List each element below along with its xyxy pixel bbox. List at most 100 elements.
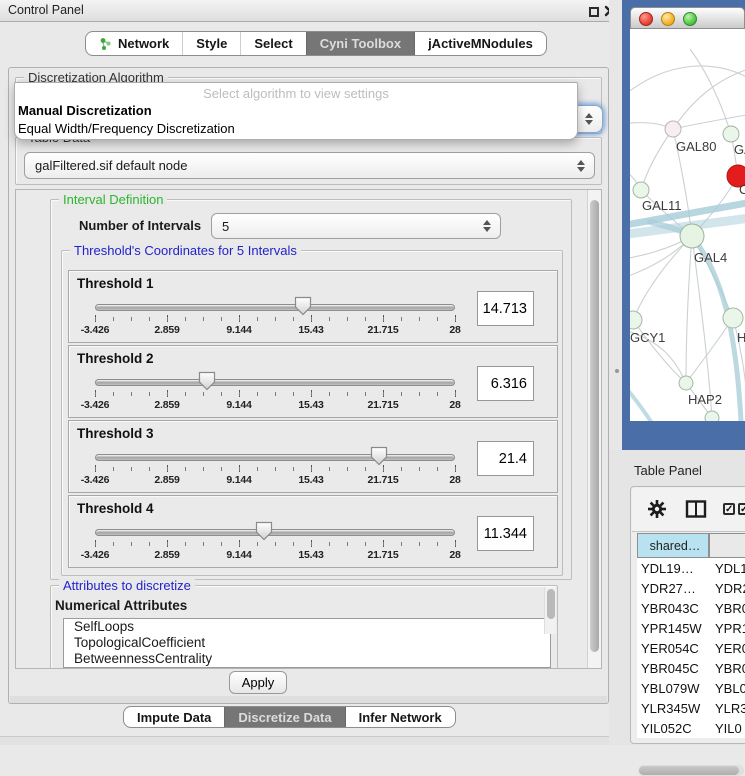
table-cell[interactable]: YBL079W — [637, 678, 709, 698]
tab-infer-network[interactable]: Infer Network — [345, 707, 455, 727]
table-cell[interactable]: YER0 — [709, 638, 745, 658]
table-row[interactable]: YLR345WYLR3 — [637, 698, 745, 718]
settings-scrollbar[interactable] — [587, 190, 601, 668]
threshold-value-field[interactable] — [477, 366, 534, 401]
table-cell[interactable]: YPR1 — [709, 618, 745, 638]
splitpane-grip[interactable] — [615, 369, 619, 373]
table-cell[interactable]: YBL0 — [709, 678, 745, 698]
table-cell[interactable]: YDL1 — [709, 558, 745, 578]
table-cell[interactable]: YBR0 — [709, 598, 745, 618]
bottom-band — [0, 737, 619, 745]
table-cell[interactable]: YBR0 — [709, 658, 745, 678]
table-cell[interactable]: YBR043C — [637, 598, 709, 618]
table-row[interactable]: YDL19…YDL1 — [637, 558, 745, 578]
slider-handle[interactable] — [370, 446, 388, 466]
threshold-value-field[interactable] — [477, 516, 534, 551]
tick-label: 21.715 — [368, 324, 399, 336]
table-cell[interactable]: YDL19… — [637, 558, 709, 578]
tick-label: -3.426 — [81, 474, 110, 486]
svg-text:GAL4: GAL4 — [694, 250, 727, 265]
table-data-group: Table Data galFiltered.sif default node — [15, 137, 602, 185]
table-data-value: galFiltered.sif default node — [35, 158, 187, 173]
tick-label: 28 — [449, 549, 460, 561]
threshold-label: Threshold 3 — [77, 426, 154, 441]
float-window-icon[interactable] — [589, 7, 599, 17]
table-cell[interactable]: YIL0 — [709, 718, 745, 738]
tick-label: -3.426 — [81, 399, 110, 411]
attribute-list-item[interactable]: SelfLoops — [64, 619, 550, 635]
popup-item-equal-width-frequency[interactable]: Equal Width/Frequency Discretization — [15, 120, 577, 138]
slider-handle[interactable] — [255, 521, 273, 541]
tick-label: 28 — [449, 399, 460, 411]
column-layout-icon[interactable] — [685, 499, 707, 519]
minor-ticks — [95, 317, 456, 321]
tick-label: 2.859 — [154, 399, 179, 411]
slider-track[interactable] — [95, 379, 455, 386]
tab-style[interactable]: Style — [182, 32, 240, 55]
node-right[interactable] — [723, 308, 743, 328]
combo-arrows-icon — [483, 220, 491, 232]
tab-jactivemnodules[interactable]: jActiveMNodules — [414, 32, 546, 55]
zoom-traffic-light-icon[interactable] — [683, 12, 697, 26]
table-row[interactable]: YDR27…YDR2 — [637, 578, 745, 598]
table-row[interactable]: YIL052CYIL0 — [637, 718, 745, 738]
table-cell[interactable]: YDR2 — [709, 578, 745, 598]
node-hap2[interactable] — [679, 376, 693, 390]
column-header-shared-name[interactable]: shared… — [637, 533, 709, 558]
threshold-value-field[interactable] — [477, 291, 534, 326]
table-data-combobox[interactable]: galFiltered.sif default node — [24, 152, 595, 179]
tab-impute-data[interactable]: Impute Data — [124, 707, 224, 727]
slider-track[interactable] — [95, 529, 455, 536]
table-cell[interactable]: YBR045C — [637, 658, 709, 678]
table-cell[interactable]: YLR3 — [709, 698, 745, 718]
attribute-list-item[interactable]: TopologicalCoefficient — [64, 635, 550, 651]
svg-text:HAP2: HAP2 — [688, 392, 722, 407]
node-gal4[interactable] — [680, 224, 704, 248]
popup-item-manual-discretization[interactable]: Manual Discretization — [15, 102, 577, 120]
table-box: ✓ ✓ shared… na YDL19…YDL1YDR27…YDR2YBR04… — [630, 486, 745, 744]
network-window-titlebar[interactable] — [630, 7, 745, 29]
slider-track[interactable] — [95, 304, 455, 311]
tab-network[interactable]: Network — [86, 32, 182, 55]
attributes-scrollbar[interactable] — [544, 587, 556, 634]
table-hscrollbar[interactable] — [638, 765, 744, 776]
table-cell[interactable]: YER054C — [637, 638, 709, 658]
table-row[interactable]: YBL079WYBL0 — [637, 678, 745, 698]
slider-handle[interactable] — [198, 371, 216, 391]
tab-discretize-data[interactable]: Discretize Data — [224, 707, 344, 727]
node-gal11[interactable] — [633, 182, 649, 198]
slider-handle[interactable] — [294, 296, 312, 316]
apply-button[interactable]: Apply — [229, 671, 287, 694]
node-top-right[interactable] — [723, 126, 739, 142]
gear-icon[interactable] — [647, 499, 667, 519]
node-bottom[interactable] — [705, 411, 719, 421]
table-cell[interactable]: YDR27… — [637, 578, 709, 598]
table-row[interactable]: YBR045CYBR0 — [637, 658, 745, 678]
table-row[interactable]: YPR145WYPR1 — [637, 618, 745, 638]
slider-track[interactable] — [95, 454, 455, 461]
close-traffic-light-icon[interactable] — [639, 12, 653, 26]
table-cell[interactable]: YPR145W — [637, 618, 709, 638]
table-row[interactable]: YER054CYER0 — [637, 638, 745, 658]
svg-text:GA: GA — [734, 142, 745, 157]
threshold-value-field[interactable] — [477, 441, 534, 476]
checkbox-node-icon[interactable]: ✓ — [723, 503, 735, 515]
table-cell[interactable]: YLR345W — [637, 698, 709, 718]
checkbox-edge-icon[interactable]: ✓ — [738, 503, 745, 515]
tick-label: 28 — [449, 474, 460, 486]
tab-select[interactable]: Select — [240, 32, 305, 55]
node-gcy1[interactable] — [630, 311, 642, 329]
network-nodes[interactable] — [630, 121, 745, 421]
table-cell[interactable]: YIL052C — [637, 718, 709, 738]
attribute-list-item[interactable]: BetweennessCentrality — [64, 651, 550, 667]
num-intervals-combobox[interactable]: 5 — [211, 213, 501, 239]
minimize-traffic-light-icon[interactable] — [661, 12, 675, 26]
network-canvas[interactable]: GAL80 GA C GAL11 GAL4 GCY1 H HAP2 — [630, 29, 745, 421]
num-intervals-label: Number of Intervals — [79, 218, 201, 233]
table-row[interactable]: YBR043CYBR0 — [637, 598, 745, 618]
column-header-name[interactable]: na — [709, 533, 745, 558]
tab-cyni-toolbox[interactable]: Cyni Toolbox — [306, 32, 414, 55]
node-gal80[interactable] — [665, 121, 681, 137]
table-panel: Table Panel ✓ ✓ — [609, 450, 745, 745]
threshold-label: Threshold 2 — [77, 351, 154, 366]
